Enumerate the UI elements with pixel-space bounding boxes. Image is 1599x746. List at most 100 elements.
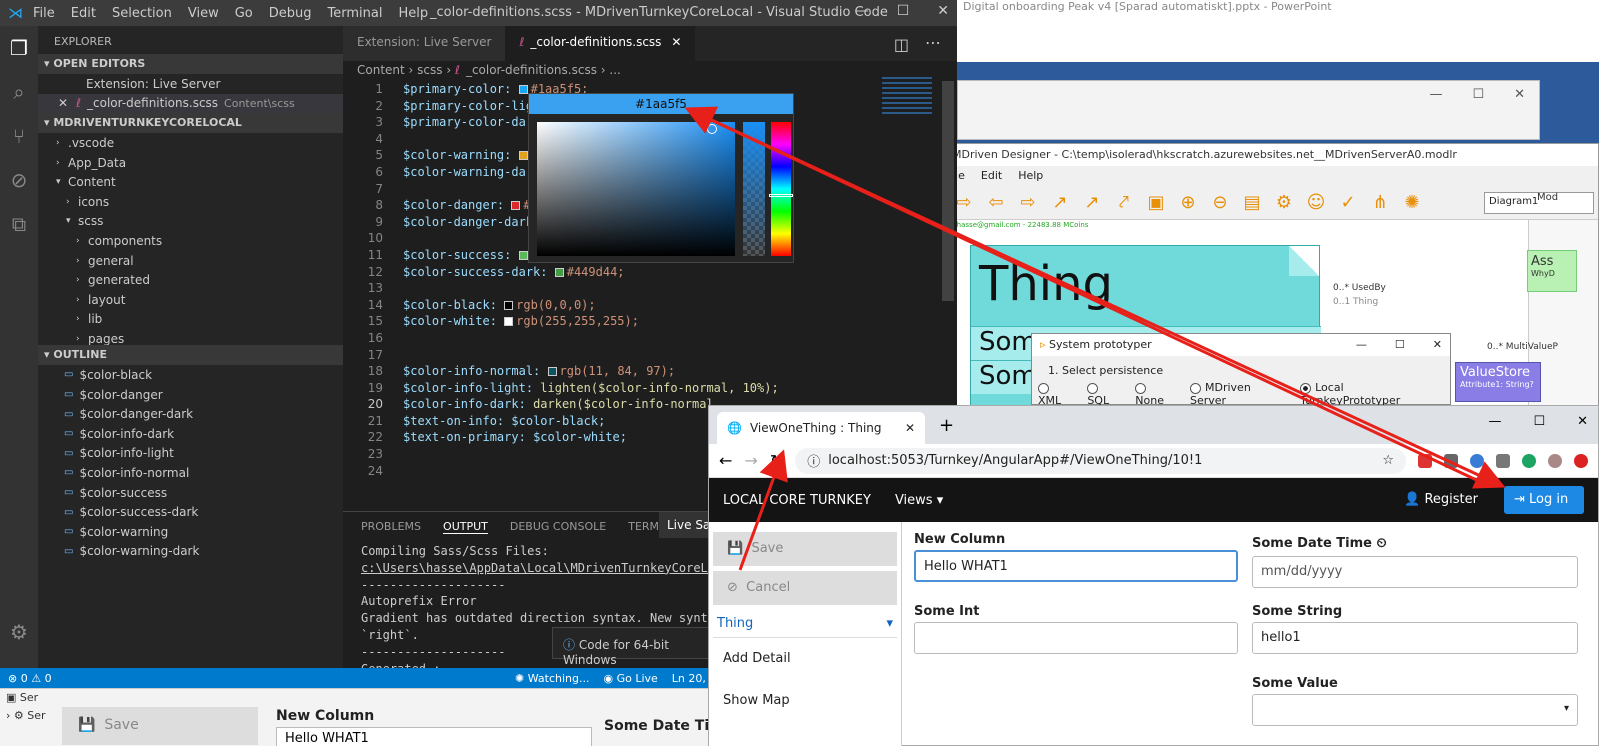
menu-file[interactable]: File	[33, 6, 55, 21]
extension-icon[interactable]	[1470, 453, 1484, 468]
outline-item[interactable]: ▭ $color-info-dark	[38, 424, 343, 444]
register-link[interactable]: 👤 Register	[1404, 492, 1478, 507]
tab-live-server[interactable]: Extension: Live Server	[343, 26, 506, 61]
settings-icon[interactable]: ⚙	[1270, 189, 1298, 217]
breadcrumb-item[interactable]: ...	[609, 63, 620, 77]
outline-item[interactable]: ▭ $color-danger-dark	[38, 404, 343, 424]
code-line[interactable]: $color-white: rgb(255,255,255);	[403, 313, 943, 330]
minimize-icon[interactable]: —	[1429, 87, 1442, 102]
tree-item[interactable]: › generated	[38, 270, 343, 290]
menu-debug[interactable]: Debug	[269, 6, 312, 21]
login-button[interactable]: ⇥ Log in	[1504, 486, 1584, 514]
panel-tab-debug-console[interactable]: DEBUG CONSOLE	[510, 520, 606, 534]
debug-icon[interactable]: ⊘	[0, 158, 38, 202]
tree-item[interactable]: › components	[38, 231, 343, 251]
breadcrumb-item[interactable]: Content	[357, 63, 405, 77]
tree-item[interactable]: › general	[38, 251, 343, 271]
forward-icon[interactable]: →	[744, 451, 757, 470]
radio-button[interactable]	[1300, 382, 1312, 394]
outline-item[interactable]: ▭ $color-success-dark	[38, 502, 343, 522]
back-icon[interactable]: ←	[719, 451, 732, 470]
close-icon[interactable]: ✕	[905, 421, 915, 435]
save-button[interactable]: 💾 Save	[713, 532, 897, 566]
tab-color-definitions[interactable]: ℓ _color-definitions.scss ✕	[505, 26, 696, 61]
color-swatch[interactable]	[518, 151, 528, 161]
arrow-up-right-icon[interactable]: ↗	[1078, 189, 1106, 217]
open-editors-header[interactable]: ▾ OPEN EDITORS	[38, 54, 343, 74]
menu-help[interactable]: Help	[398, 6, 428, 21]
color-swatch[interactable]	[518, 85, 528, 94]
saturation-handle[interactable]	[707, 124, 717, 134]
tree-item[interactable]: › lib	[38, 310, 343, 330]
radio-button[interactable]	[1135, 382, 1147, 394]
menu-edit[interactable]: Edit	[981, 169, 1002, 183]
tree-item[interactable]: ▾ scss	[38, 212, 343, 232]
menu-terminal[interactable]: Terminal	[328, 6, 383, 21]
problems-count[interactable]: ⊗ 0 ⚠ 0	[8, 672, 52, 685]
outline-item[interactable]: ▭ $color-black	[38, 365, 343, 385]
zoom-in-icon[interactable]: ⊕	[1174, 189, 1202, 217]
panel-tab-output[interactable]: OUTPUT	[443, 520, 488, 534]
extension-icon[interactable]	[1444, 453, 1458, 468]
minimize-icon[interactable]: —	[1488, 414, 1501, 429]
tree-item[interactable]: › .vscode	[38, 133, 343, 153]
outline-item[interactable]: ▭ $color-info-light	[38, 444, 343, 464]
minimize-icon[interactable]: —	[855, 3, 869, 19]
picker-value[interactable]: #1aa5f5	[529, 94, 793, 114]
some-int-input[interactable]	[914, 622, 1238, 654]
code-line[interactable]: $color-info-light: lighten($color-info-n…	[403, 380, 943, 397]
check-icon[interactable]: ✓	[1334, 189, 1362, 217]
persistence-option[interactable]: None	[1135, 381, 1178, 407]
present-icon[interactable]: ▣	[1142, 189, 1170, 217]
date-input[interactable]: mm/dd/yyyy	[1252, 556, 1578, 588]
extensions-icon[interactable]: ⧉	[0, 202, 38, 246]
assoc-class[interactable]: Ass WhyD	[1527, 250, 1577, 292]
strip-new-column-input[interactable]: Hello WHAT1	[276, 727, 592, 746]
some-value-select[interactable]: ▾	[1252, 694, 1578, 726]
extension-icon[interactable]	[1522, 453, 1536, 468]
nav-show-map[interactable]: Show Map	[713, 680, 897, 722]
arrow-left-icon[interactable]: ⇦	[982, 189, 1010, 217]
radio-button[interactable]	[1087, 382, 1099, 394]
minimap[interactable]	[882, 77, 932, 117]
tree-item[interactable]: › App_Data	[38, 153, 343, 173]
project-header[interactable]: ▾ MDRIVENTURNKEYCORELOCAL	[38, 113, 343, 134]
menu-help[interactable]: Help	[1018, 169, 1043, 183]
code-line[interactable]	[403, 330, 943, 347]
tree-item[interactable]: ▾ Content	[38, 172, 343, 192]
star-icon[interactable]: ☆	[1382, 453, 1394, 468]
arrow-up-right-icon[interactable]: ↗	[1046, 189, 1074, 217]
extension-icon[interactable]	[1496, 453, 1510, 468]
close-icon[interactable]: ✕	[1514, 87, 1525, 102]
color-swatch[interactable]	[504, 317, 514, 327]
maximize-icon[interactable]: ☐	[1472, 87, 1484, 102]
update-icon[interactable]	[1574, 453, 1588, 468]
color-picker[interactable]: #1aa5f5	[528, 93, 794, 263]
color-swatch[interactable]	[547, 367, 557, 377]
outline-header[interactable]: ▾ OUTLINE	[38, 345, 343, 366]
hue-slider[interactable]	[769, 122, 793, 256]
breadcrumb-item[interactable]: scss	[417, 63, 442, 77]
outline-item[interactable]: ▭ $color-warning-dark	[38, 542, 343, 562]
color-swatch[interactable]	[511, 201, 521, 211]
menu-go[interactable]: Go	[235, 6, 253, 21]
watching-sass[interactable]: ✺ Watching...	[515, 672, 589, 685]
color-swatch[interactable]	[518, 250, 528, 260]
strip-save-button[interactable]: 💾 Save	[62, 707, 258, 745]
tree-item[interactable]: › icons	[38, 192, 343, 212]
user-icon[interactable]: ☺	[1302, 189, 1330, 217]
persistence-option[interactable]: SQL	[1087, 381, 1123, 407]
minimize-icon[interactable]: —	[1356, 338, 1367, 352]
code-line[interactable]: $color-info-normal: rgb(11, 84, 97);	[403, 363, 943, 380]
outline-item[interactable]: ▭ $color-danger	[38, 385, 343, 405]
persistence-option[interactable]: Local TurnkeyPrototyper	[1300, 381, 1444, 407]
zoom-out-icon[interactable]: ⊖	[1206, 189, 1234, 217]
close-icon[interactable]: ✕	[671, 35, 681, 49]
menu-edit[interactable]: Edit	[71, 6, 96, 21]
close-icon[interactable]: ✕	[937, 3, 949, 19]
browser-tab[interactable]: 🌐 ViewOneThing : Thing ✕	[717, 412, 925, 444]
thing-section-header[interactable]: Thing ▾	[713, 610, 897, 638]
arrow-right-icon[interactable]: ⇨	[1014, 189, 1042, 217]
valuestore-class[interactable]: ValueStore Attribute1: String?	[1455, 362, 1541, 402]
tree-item[interactable]: › layout	[38, 290, 343, 310]
